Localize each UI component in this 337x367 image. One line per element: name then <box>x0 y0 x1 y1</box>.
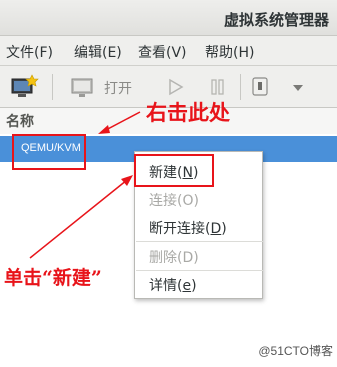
highlight-box-connection <box>12 134 86 170</box>
shutdown-icon <box>252 77 268 96</box>
highlight-box-new <box>134 154 214 187</box>
new-vm-button[interactable] <box>8 73 40 101</box>
open-label: 打开 <box>104 81 132 97</box>
menu-divider <box>136 270 263 271</box>
context-menu-connect[interactable]: 连接(O) <box>149 190 199 210</box>
context-menu-delete[interactable]: 删除(D) <box>149 247 199 267</box>
menu-view[interactable]: 查看(V) <box>138 42 187 62</box>
title-bar: 虚拟系统管理器 <box>0 0 337 36</box>
annotation-right-click: 右击此处 <box>146 100 230 125</box>
context-menu-details[interactable]: 详情(e) <box>149 275 197 295</box>
toolbar-separator <box>240 74 241 100</box>
menu-edit[interactable]: 编辑(E) <box>74 42 122 62</box>
context-menu-disconnect[interactable]: 断开连接(D) <box>149 218 227 238</box>
chevron-down-icon <box>293 85 303 91</box>
menu-bar: 文件(F) 编辑(E) 查看(V) 帮助(H) <box>0 36 337 66</box>
shutdown-button[interactable] <box>250 73 270 101</box>
new-vm-icon <box>11 74 39 97</box>
window-title: 虚拟系统管理器 <box>223 11 329 29</box>
toolbar-separator <box>52 74 53 100</box>
annotation-single-click: 单击“新建” <box>4 267 102 289</box>
watermark: @51CTO博客 <box>258 344 333 358</box>
shutdown-menu-button[interactable] <box>290 73 306 101</box>
menu-file[interactable]: 文件(F) <box>6 42 53 62</box>
menu-help[interactable]: 帮助(H) <box>205 42 254 62</box>
open-button[interactable]: 打开 <box>70 73 136 101</box>
monitor-icon <box>71 78 93 97</box>
menu-divider <box>136 241 263 242</box>
column-header-name: 名称 <box>6 114 34 130</box>
